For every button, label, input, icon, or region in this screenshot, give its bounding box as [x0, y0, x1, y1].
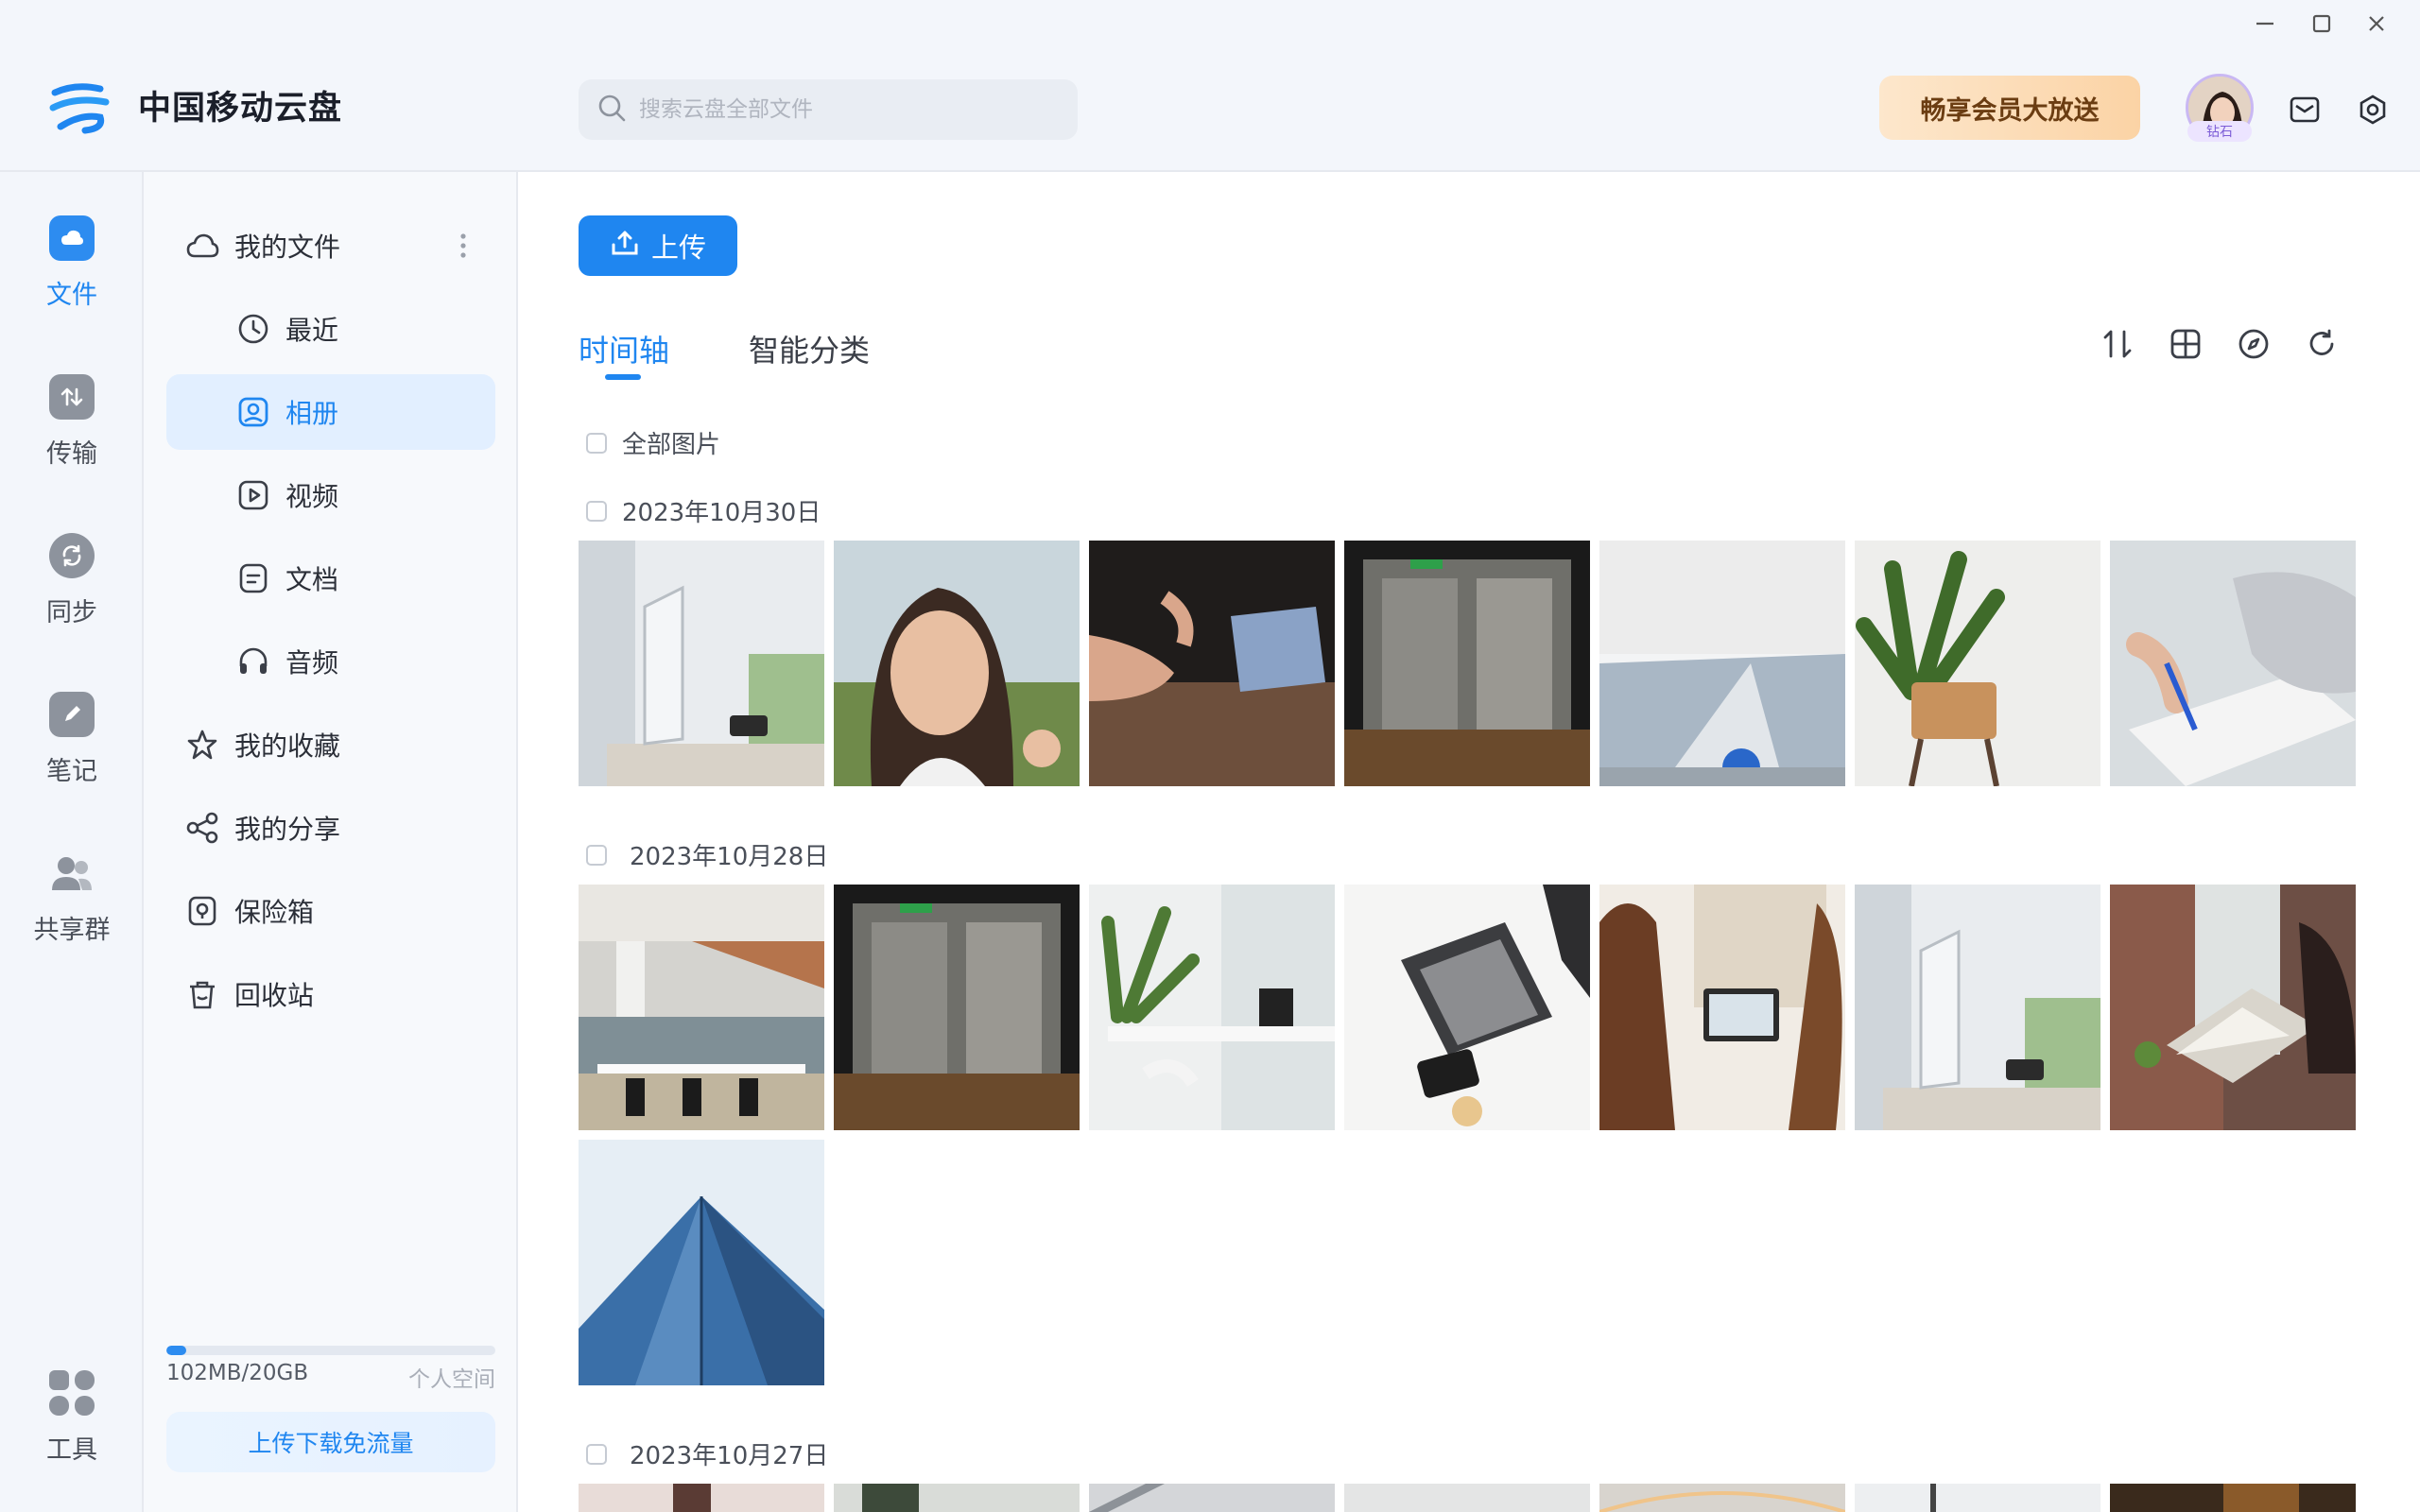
nav-item-favorites[interactable]: 我的收藏	[166, 707, 495, 782]
cloud-outline-icon	[183, 227, 221, 265]
sync-icon	[49, 533, 95, 578]
nav-item-document[interactable]: 文档	[166, 541, 495, 616]
rail-item-transfer[interactable]: 传输	[0, 365, 144, 497]
message-icon[interactable]	[2284, 89, 2325, 130]
group-icon	[49, 850, 95, 896]
nav-item-safe[interactable]: 保险箱	[166, 873, 495, 949]
photo-thumbnail[interactable]	[1599, 541, 1845, 786]
select-all-checkbox[interactable]	[586, 432, 607, 454]
safe-icon	[183, 892, 221, 930]
photo-thumbnail[interactable]	[1855, 541, 2100, 786]
share-icon	[183, 809, 221, 847]
promo-button[interactable]: 畅享会员大放送	[1879, 76, 2140, 140]
upload-button[interactable]: 上传	[579, 215, 737, 276]
nav-item-album[interactable]: 相册	[166, 374, 495, 450]
photo-thumbnail[interactable]	[579, 1484, 824, 1512]
storage-progress-bar	[166, 1346, 495, 1355]
note-icon	[49, 692, 95, 737]
photo-thumbnail[interactable]	[1089, 541, 1335, 786]
tab-indicator	[605, 374, 641, 380]
nav-item-video[interactable]: 视频	[166, 457, 495, 533]
search-box[interactable]	[579, 79, 1078, 140]
photo-thumbnail[interactable]	[1599, 1484, 1845, 1512]
search-input[interactable]	[639, 97, 1036, 122]
date-group-header: 2023年10月30日	[586, 493, 821, 528]
trash-icon	[183, 975, 221, 1013]
cloud-icon	[49, 215, 95, 261]
tab-timeline[interactable]: 时间轴	[579, 327, 669, 370]
date-group-header: 2023年10月28日	[586, 837, 828, 872]
photo-thumbnail[interactable]	[579, 1140, 824, 1385]
rail-item-group[interactable]: 共享群	[0, 841, 144, 973]
video-icon	[234, 476, 272, 514]
storage-progress-fill	[166, 1346, 186, 1355]
vip-badge: 钻石	[2187, 121, 2252, 142]
date-checkbox[interactable]	[586, 500, 607, 522]
photo-thumbnail[interactable]	[1344, 1484, 1590, 1512]
photo-thumbnail[interactable]	[579, 885, 824, 1130]
more-icon[interactable]	[459, 227, 467, 268]
clock-icon	[234, 310, 272, 348]
date-checkbox[interactable]	[586, 1443, 607, 1465]
star-icon	[183, 726, 221, 764]
search-icon	[597, 94, 626, 126]
transfer-icon	[49, 374, 95, 420]
photo-thumbnail[interactable]	[834, 885, 1080, 1130]
settings-icon[interactable]	[2352, 89, 2394, 130]
photo-thumbnail[interactable]	[834, 1484, 1080, 1512]
storage-kind: 个人空间	[408, 1367, 495, 1392]
photo-thumbnail[interactable]	[579, 541, 824, 786]
document-icon	[234, 559, 272, 597]
maximize-icon[interactable]	[2303, 6, 2341, 42]
rail-item-tools[interactable]: 工具	[0, 1361, 144, 1493]
photo-thumbnail[interactable]	[1599, 885, 1845, 1130]
rail-item-notes[interactable]: 笔记	[0, 682, 144, 815]
date-group-header: 2023年10月27日	[586, 1436, 828, 1471]
sort-icon[interactable]	[2097, 323, 2138, 365]
photo-thumbnail[interactable]	[2110, 541, 2356, 786]
upload-icon	[610, 228, 651, 265]
photo-thumbnail[interactable]	[1344, 885, 1590, 1130]
tab-smart-category[interactable]: 智能分类	[749, 327, 870, 370]
nav-item-share[interactable]: 我的分享	[166, 790, 495, 866]
compass-icon[interactable]	[2233, 323, 2274, 365]
album-icon	[234, 393, 272, 431]
nav-item-my-files[interactable]: 我的文件	[166, 208, 495, 284]
photo-thumbnail[interactable]	[1089, 885, 1335, 1130]
nav-item-audio[interactable]: 音频	[166, 624, 495, 699]
rail-item-files[interactable]: 文件	[0, 206, 144, 338]
grid-view-icon[interactable]	[2165, 323, 2206, 365]
refresh-icon[interactable]	[2301, 323, 2342, 365]
photo-thumbnail[interactable]	[1855, 1484, 2100, 1512]
app-name: 中国移动云盘	[138, 90, 343, 128]
apps-grid-icon	[49, 1370, 95, 1416]
close-icon[interactable]	[2358, 6, 2395, 42]
photo-thumbnail[interactable]	[2110, 1484, 2356, 1512]
storage-used: 102MB/20GB	[166, 1361, 309, 1385]
free-traffic-button[interactable]: 上传下载免流量	[166, 1412, 495, 1472]
photo-thumbnail[interactable]	[2110, 885, 2356, 1130]
photo-thumbnail[interactable]	[1855, 885, 2100, 1130]
photo-thumbnail[interactable]	[1089, 1484, 1335, 1512]
nav-item-trash[interactable]: 回收站	[166, 956, 495, 1032]
headphones-icon	[234, 643, 272, 680]
minimize-icon[interactable]	[2246, 6, 2284, 42]
photo-thumbnail[interactable]	[1344, 541, 1590, 786]
select-all-row: 全部图片	[586, 425, 720, 460]
date-checkbox[interactable]	[586, 844, 607, 866]
nav-item-recent[interactable]: 最近	[166, 291, 495, 367]
title-bar	[0, 0, 2420, 47]
photo-thumbnail[interactable]	[834, 541, 1080, 786]
brand-logo-icon	[47, 79, 113, 136]
rail-item-sync[interactable]: 同步	[0, 524, 144, 656]
